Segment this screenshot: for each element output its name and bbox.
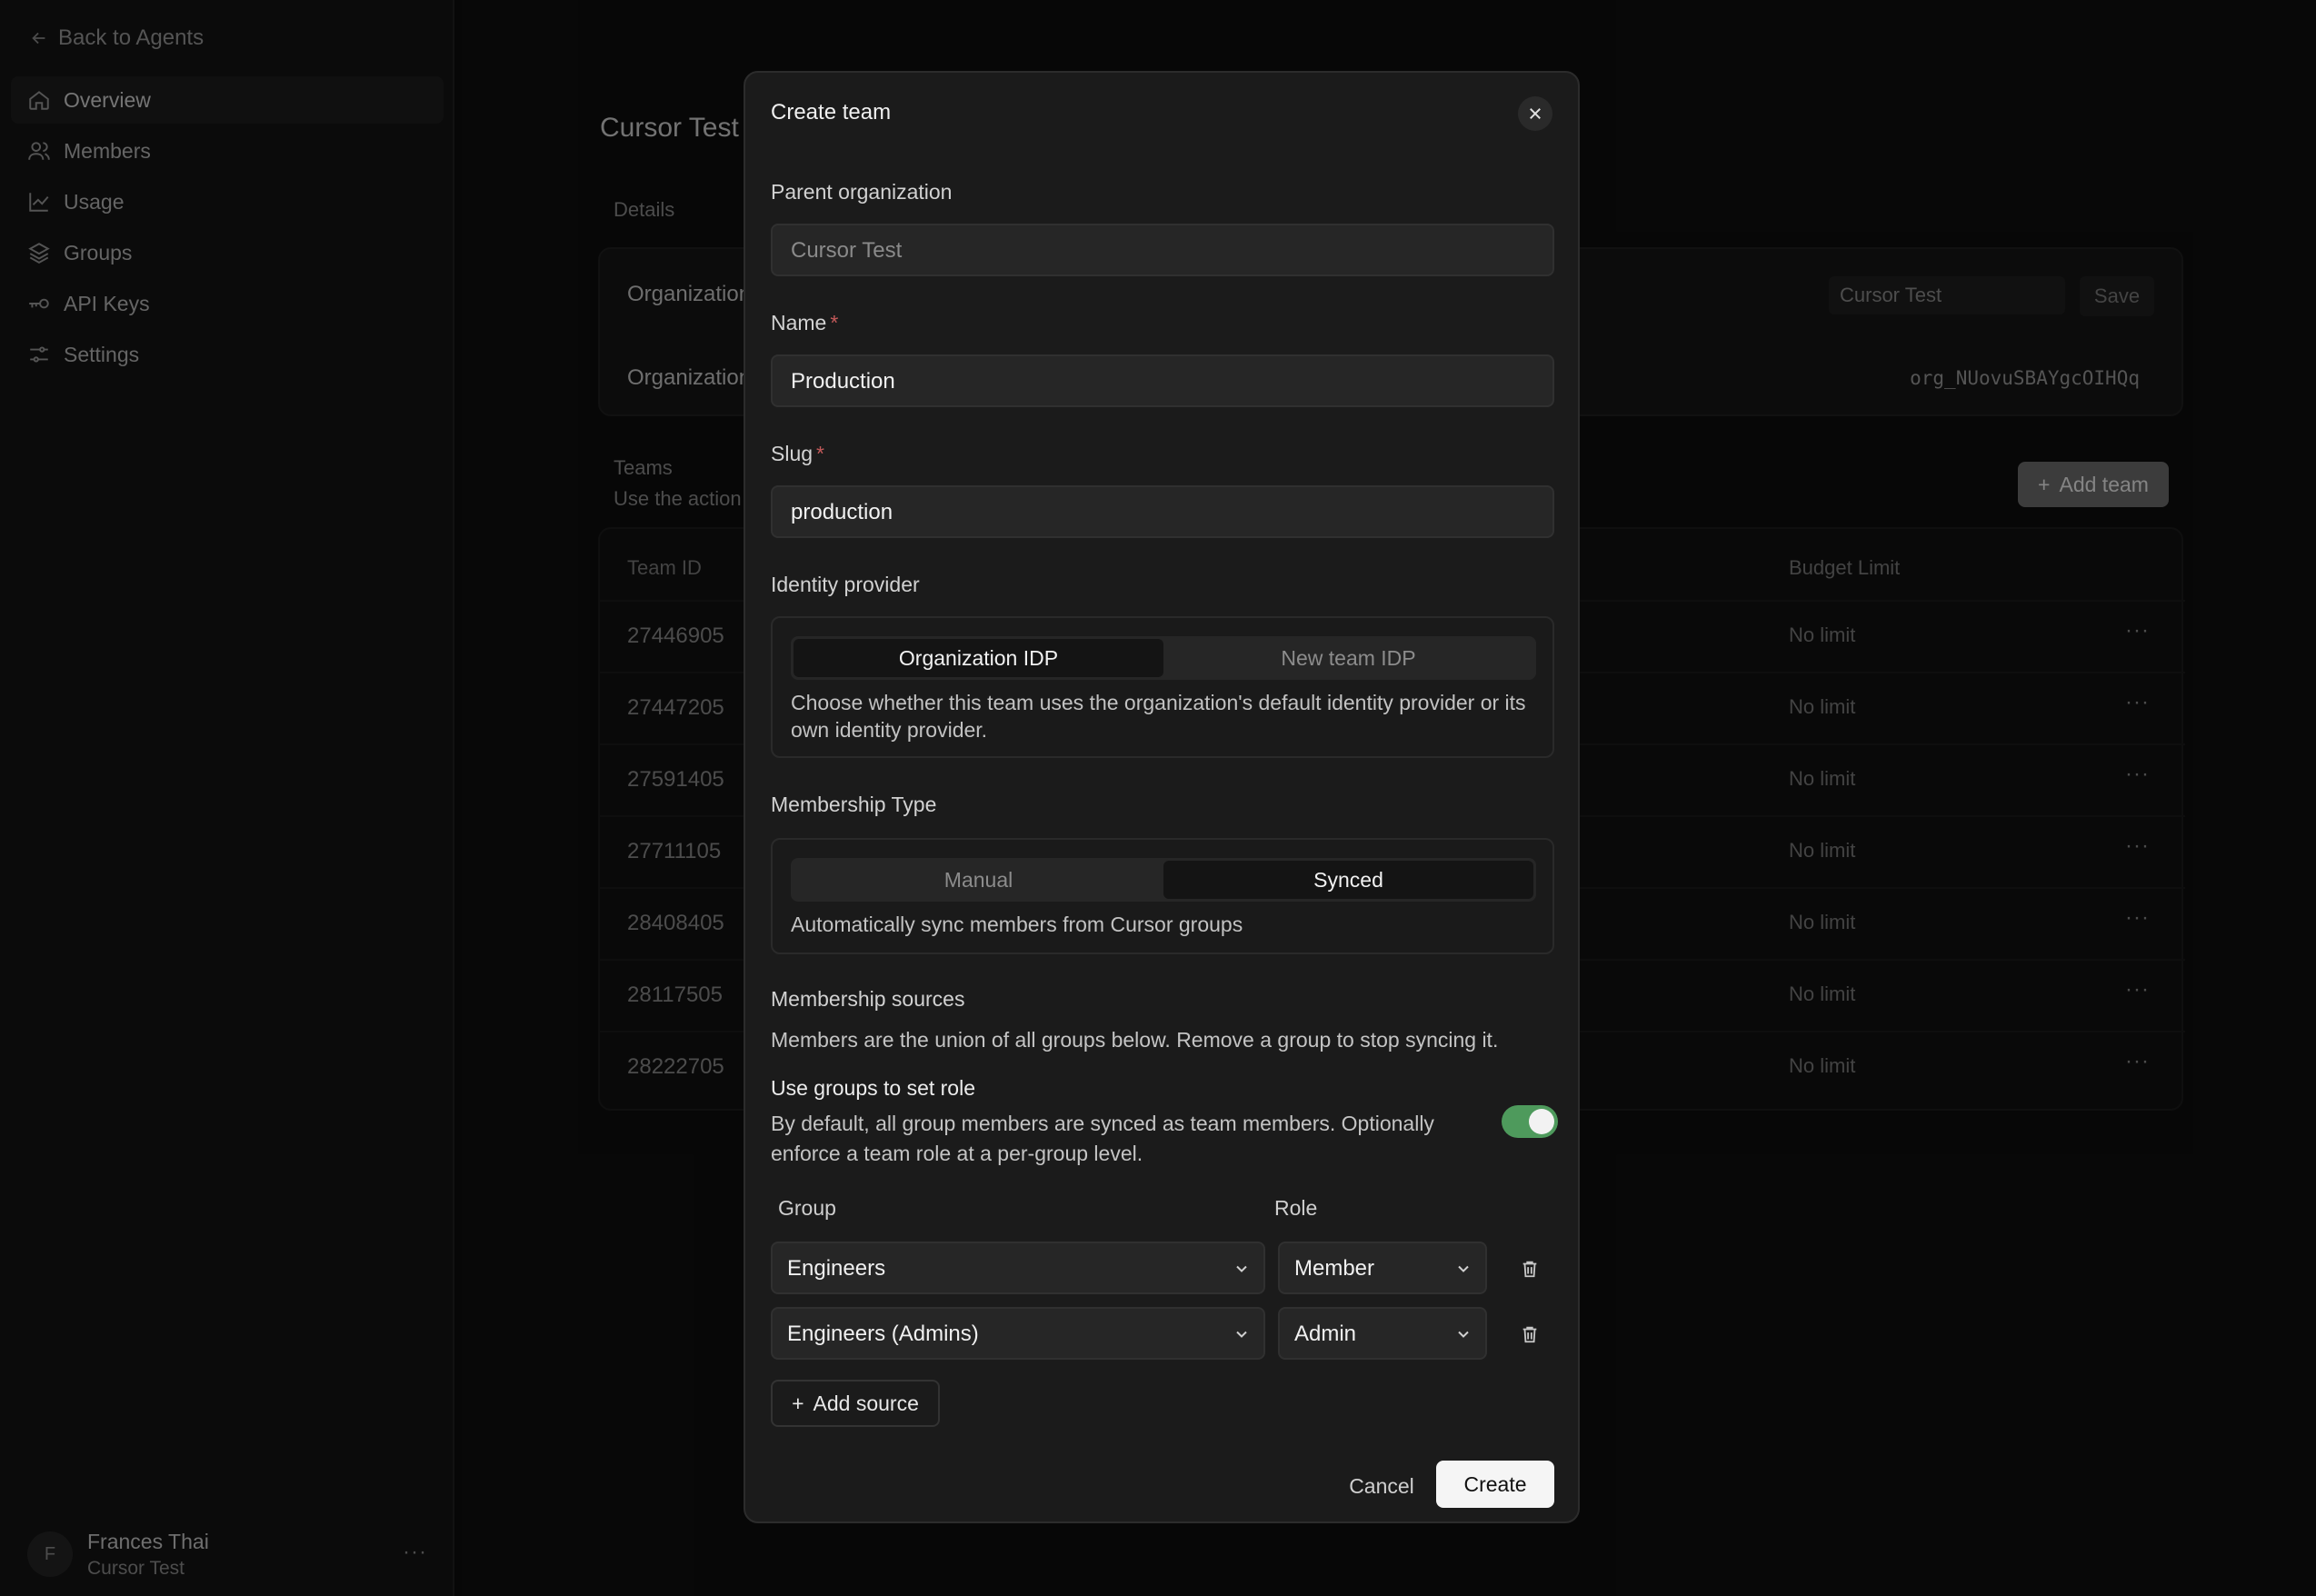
membership-type-help: Automatically sync members from Cursor g… (791, 913, 1243, 936)
toggle-knob (1529, 1109, 1554, 1134)
chevron-down-icon (1458, 1265, 1469, 1272)
identity-provider-toggle: Organization IDP New team IDP (791, 636, 1536, 680)
role-column-label: Role (1274, 1196, 1318, 1220)
trash-icon[interactable] (1520, 1258, 1540, 1280)
cancel-button[interactable]: Cancel (1336, 1463, 1427, 1509)
role-toggle-label: Use groups to set role (771, 1076, 976, 1100)
segment-organization-idp[interactable]: Organization IDP (794, 639, 1163, 677)
chevron-down-icon (1236, 1331, 1247, 1338)
add-source-button[interactable]: + Add source (771, 1380, 940, 1427)
segment-synced[interactable]: Synced (1163, 861, 1533, 899)
identity-provider-label: Identity provider (771, 573, 920, 596)
plus-icon: + (792, 1391, 804, 1415)
create-button[interactable]: Create (1436, 1461, 1554, 1508)
group-select-value: Engineers (Admins) (787, 1322, 979, 1346)
slug-label-text: Slug (771, 442, 814, 465)
add-source-label: Add source (813, 1391, 919, 1415)
role-select-value: Admin (1294, 1322, 1357, 1346)
membership-type-toggle: Manual Synced (791, 858, 1536, 902)
segment-new-team-idp[interactable]: New team IDP (1163, 639, 1533, 677)
name-label-text: Name (771, 311, 827, 334)
slug-label: Slug * (771, 442, 824, 466)
identity-provider-help: Choose whether this team uses the organi… (791, 691, 1526, 742)
chevron-down-icon (1458, 1331, 1469, 1338)
dialog-title: Create team (771, 100, 892, 125)
app-root: Back to Agents Overview Members Usage Gr… (0, 0, 2316, 1596)
membership-type-label: Membership Type (771, 793, 937, 816)
membership-type-box: Manual Synced Automatically sync members… (771, 838, 1554, 954)
slug-field[interactable]: production (771, 485, 1554, 538)
role-select-value: Member (1294, 1256, 1375, 1281)
name-field[interactable]: Production (771, 354, 1554, 407)
chevron-down-icon (1236, 1265, 1247, 1272)
segment-manual[interactable]: Manual (794, 861, 1163, 899)
group-column-label: Group (778, 1196, 836, 1220)
role-select[interactable]: Admin (1278, 1307, 1487, 1360)
group-select-value: Engineers (787, 1256, 886, 1281)
parent-org-field: Cursor Test (771, 224, 1554, 276)
group-select[interactable]: Engineers (Admins) (771, 1307, 1265, 1360)
required-mark: * (816, 442, 824, 465)
parent-org-label: Parent organization (771, 180, 953, 204)
identity-provider-box: Organization IDP New team IDP Choose whe… (771, 616, 1554, 758)
role-toggle-switch[interactable] (1502, 1105, 1558, 1138)
name-label: Name * (771, 311, 838, 335)
create-team-dialog: Create team Parent organization Cursor T… (744, 71, 1580, 1523)
close-icon (1530, 108, 1541, 119)
group-select[interactable]: Engineers (771, 1242, 1265, 1294)
close-button[interactable] (1518, 96, 1552, 131)
role-select[interactable]: Member (1278, 1242, 1487, 1294)
required-mark: * (830, 311, 839, 334)
membership-sources-label: Membership sources (771, 987, 965, 1011)
trash-icon[interactable] (1520, 1323, 1540, 1345)
membership-sources-help: Members are the union of all groups belo… (771, 1028, 1499, 1052)
role-toggle-help: By default, all group members are synced… (771, 1112, 1434, 1165)
